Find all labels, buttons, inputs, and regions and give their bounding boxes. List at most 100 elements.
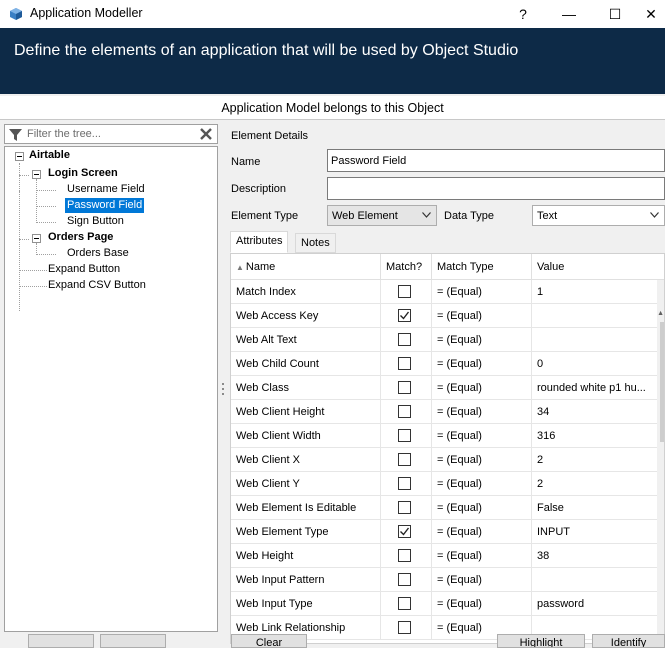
- header-match[interactable]: Match?: [381, 254, 432, 280]
- match-type[interactable]: = (Equal): [432, 520, 532, 544]
- attribute-value[interactable]: password: [532, 592, 659, 616]
- tree-node-login-screen[interactable]: Login Screen: [46, 166, 120, 181]
- match-checkbox[interactable]: [398, 381, 411, 394]
- help-button[interactable]: ?: [500, 0, 546, 28]
- match-checkbox[interactable]: [398, 453, 411, 466]
- table-row[interactable]: Web Element Is Editable = (Equal) False: [231, 496, 659, 520]
- table-row[interactable]: Web Class = (Equal) rounded white p1 hu...: [231, 376, 659, 400]
- attribute-value[interactable]: 0: [532, 352, 659, 376]
- match-checkbox[interactable]: [398, 333, 411, 346]
- match-type[interactable]: = (Equal): [432, 328, 532, 352]
- attribute-value[interactable]: 2: [532, 448, 659, 472]
- attribute-value[interactable]: rounded white p1 hu...: [532, 376, 659, 400]
- header-banner: Define the elements of an application th…: [0, 28, 665, 94]
- table-row[interactable]: Web Client Height = (Equal) 34: [231, 400, 659, 424]
- match-type[interactable]: = (Equal): [432, 568, 532, 592]
- attribute-value[interactable]: [532, 328, 659, 352]
- highlight-button[interactable]: Highlight: [497, 634, 585, 648]
- table-row[interactable]: Web Element Type = (Equal) INPUT: [231, 520, 659, 544]
- match-checkbox[interactable]: [398, 429, 411, 442]
- clear-filter-icon[interactable]: [198, 126, 214, 142]
- tree-node-orders-page[interactable]: Orders Page: [46, 230, 115, 245]
- tree-node-password-field[interactable]: Password Field: [65, 198, 145, 213]
- match-type[interactable]: = (Equal): [432, 376, 532, 400]
- element-tree[interactable]: Airtable Login Screen Username Field Pas…: [4, 146, 218, 632]
- identify-button[interactable]: Identify: [592, 634, 665, 648]
- scroll-up-icon[interactable]: ▲: [657, 310, 664, 317]
- tab-attributes[interactable]: Attributes: [230, 231, 289, 253]
- tree-node-sign-button[interactable]: Sign Button: [65, 214, 126, 229]
- header-match-type[interactable]: Match Type: [432, 254, 532, 280]
- match-type[interactable]: = (Equal): [432, 352, 532, 376]
- match-checkbox[interactable]: [398, 525, 411, 538]
- match-cell: [381, 616, 432, 640]
- tab-notes[interactable]: Notes: [295, 233, 336, 253]
- header-name[interactable]: ▲ Name: [231, 254, 381, 280]
- attribute-value[interactable]: [532, 304, 659, 328]
- attribute-name: Web Access Key: [231, 304, 381, 328]
- tree-node-expand-csv-button[interactable]: Expand CSV Button: [46, 278, 148, 293]
- match-type[interactable]: = (Equal): [432, 496, 532, 520]
- table-row[interactable]: Web Alt Text = (Equal): [231, 328, 659, 352]
- collapse-icon[interactable]: [32, 170, 41, 179]
- table-row[interactable]: Web Height = (Equal) 38: [231, 544, 659, 568]
- match-checkbox[interactable]: [398, 573, 411, 586]
- match-cell: [381, 520, 432, 544]
- minimize-button[interactable]: —: [546, 0, 592, 28]
- data-type-dropdown[interactable]: Text: [532, 205, 665, 226]
- scrollbar-thumb[interactable]: [660, 322, 664, 442]
- collapse-icon[interactable]: [15, 152, 24, 161]
- element-details-label: Element Details: [231, 130, 309, 142]
- collapse-icon[interactable]: [32, 234, 41, 243]
- tree-node-username-field[interactable]: Username Field: [65, 182, 147, 197]
- left-bottom-button-2[interactable]: [100, 634, 166, 648]
- table-row[interactable]: Web Input Pattern = (Equal): [231, 568, 659, 592]
- attribute-value[interactable]: 38: [532, 544, 659, 568]
- tree-node-orders-base[interactable]: Orders Base: [65, 246, 131, 261]
- attribute-value[interactable]: 34: [532, 400, 659, 424]
- match-checkbox[interactable]: [398, 357, 411, 370]
- match-checkbox[interactable]: [398, 285, 411, 298]
- tree-filter-input[interactable]: Filter the tree...: [4, 124, 218, 144]
- attribute-value[interactable]: 1: [532, 280, 659, 304]
- match-type[interactable]: = (Equal): [432, 400, 532, 424]
- description-field[interactable]: [327, 177, 665, 200]
- table-row[interactable]: Web Child Count = (Equal) 0: [231, 352, 659, 376]
- match-type[interactable]: = (Equal): [432, 472, 532, 496]
- name-value: Password Field: [331, 155, 407, 167]
- attribute-value[interactable]: 2: [532, 472, 659, 496]
- table-row[interactable]: Web Access Key = (Equal): [231, 304, 659, 328]
- header-value[interactable]: Value: [532, 254, 659, 280]
- table-row[interactable]: Web Input Type = (Equal) password: [231, 592, 659, 616]
- name-field[interactable]: Password Field: [327, 149, 665, 172]
- table-row[interactable]: Web Client Y = (Equal) 2: [231, 472, 659, 496]
- tree-node-airtable[interactable]: Airtable: [27, 148, 72, 163]
- close-button[interactable]: ✕: [628, 0, 665, 28]
- match-checkbox[interactable]: [398, 405, 411, 418]
- table-row[interactable]: Match Index = (Equal) 1: [231, 280, 659, 304]
- match-checkbox[interactable]: [398, 549, 411, 562]
- left-bottom-button-1[interactable]: [28, 634, 94, 648]
- match-checkbox[interactable]: [398, 501, 411, 514]
- grid-scrollbar[interactable]: ▲: [657, 280, 664, 643]
- element-type-dropdown[interactable]: Web Element: [327, 205, 437, 226]
- panel-splitter[interactable]: [221, 380, 225, 406]
- attribute-value[interactable]: 316: [532, 424, 659, 448]
- attribute-value[interactable]: INPUT: [532, 520, 659, 544]
- match-checkbox[interactable]: [398, 597, 411, 610]
- attribute-value[interactable]: [532, 568, 659, 592]
- table-row[interactable]: Web Client X = (Equal) 2: [231, 448, 659, 472]
- clear-button[interactable]: Clear: [231, 634, 307, 648]
- match-checkbox[interactable]: [398, 621, 411, 634]
- match-type[interactable]: = (Equal): [432, 592, 532, 616]
- match-type[interactable]: = (Equal): [432, 448, 532, 472]
- match-checkbox[interactable]: [398, 477, 411, 490]
- match-type[interactable]: = (Equal): [432, 280, 532, 304]
- match-type[interactable]: = (Equal): [432, 304, 532, 328]
- match-type[interactable]: = (Equal): [432, 544, 532, 568]
- tree-node-expand-button[interactable]: Expand Button: [46, 262, 122, 277]
- match-checkbox[interactable]: [398, 309, 411, 322]
- match-type[interactable]: = (Equal): [432, 424, 532, 448]
- attribute-value[interactable]: False: [532, 496, 659, 520]
- table-row[interactable]: Web Client Width = (Equal) 316: [231, 424, 659, 448]
